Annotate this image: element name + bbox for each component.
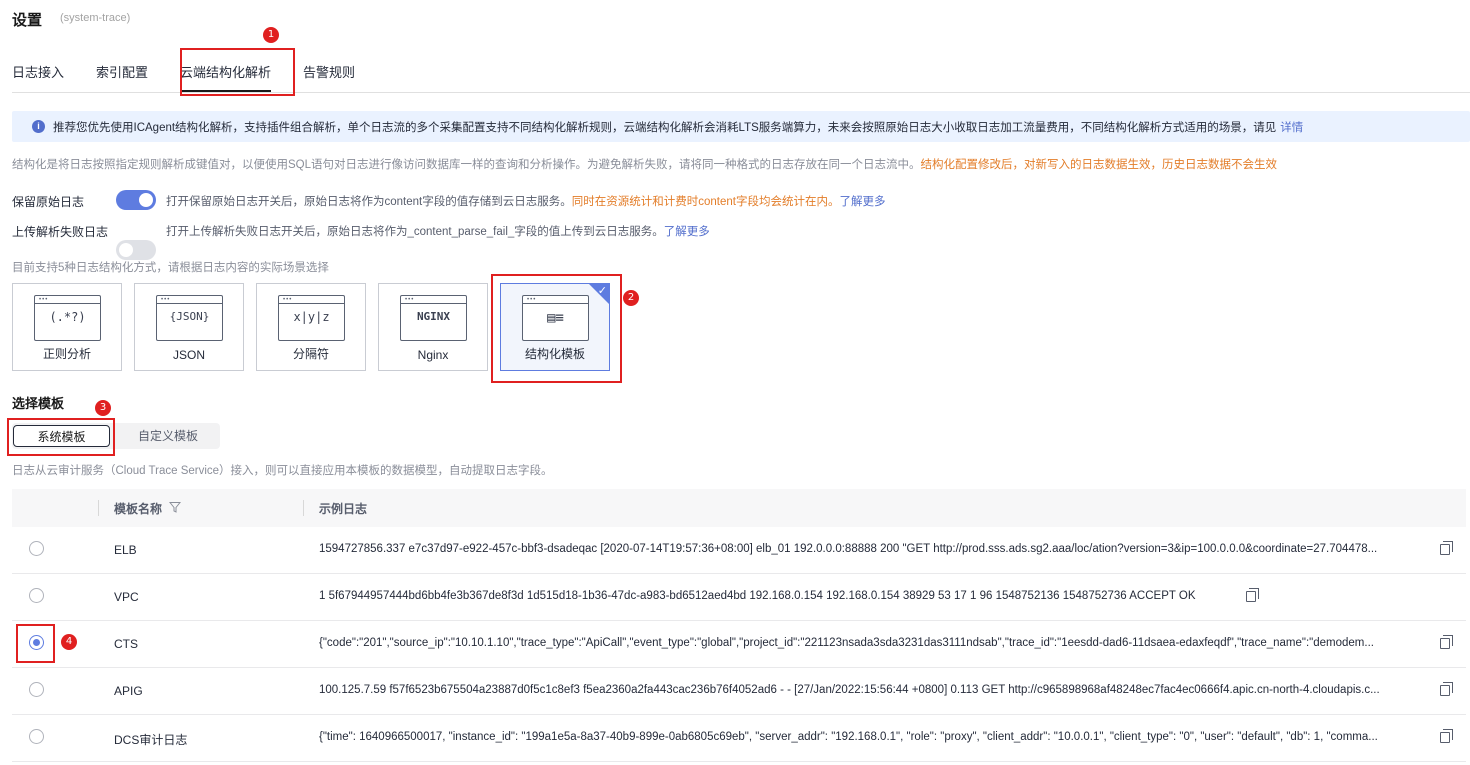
annotation-badge-2: 2 [623, 290, 639, 306]
json-icon: ••• {JSON} [156, 295, 223, 341]
upload-fail-log-label: 上传解析失败日志 [12, 225, 109, 239]
column-sample-log: 示例日志 [319, 502, 368, 516]
upload-fail-learn-more-link[interactable]: 了解更多 [664, 226, 710, 238]
row-radio[interactable] [29, 682, 44, 697]
row-radio[interactable] [29, 541, 44, 556]
template-name: CTS [114, 637, 138, 651]
annotation-box-4 [16, 624, 55, 663]
method-label-regex: 正则分析 [42, 347, 91, 361]
banner-detail-link[interactable]: 详情 [1280, 119, 1303, 135]
table-row[interactable]: APIG 100.125.7.59 f57f6523b675504a23887d… [12, 668, 1466, 715]
template-name: VPC [114, 590, 139, 604]
description-text: 结构化是将日志按照指定规则解析成键值对，以便使用SQL语句对日志进行像访问数据库… [12, 159, 921, 171]
method-label-delimiter: 分隔符 [292, 347, 329, 361]
banner-text: 推荐您优先使用ICAgent结构化解析，支持插件组合解析，单个日志流的多个采集配… [53, 121, 1277, 134]
upload-fail-desc-text: 打开上传解析失败日志开关后，原始日志将作为_content_parse_fail… [166, 226, 664, 238]
table-row[interactable]: VPC 1 5f67944957444bd6bb4fe3b367de8f3d 1… [12, 574, 1466, 621]
template-name: DCS审计日志 [114, 733, 188, 747]
tab-index-config[interactable]: 索引配置 [96, 64, 148, 92]
support-text: 目前支持5种日志结构化方式，请根据日志内容的实际场景选择 [12, 262, 329, 274]
method-card-regex[interactable]: ••• (.*?) 正则分析 [12, 283, 122, 371]
tab-alarm-rules[interactable]: 告警规则 [303, 64, 355, 92]
method-label-json: JSON [172, 348, 205, 362]
template-name: ELB [114, 543, 137, 557]
template-name: APIG [114, 684, 143, 698]
custom-template-tab[interactable]: 自定义模板 [118, 425, 218, 447]
delimiter-icon: ••• x|y|z [278, 295, 345, 341]
table-row[interactable]: DCS审计日志 {"time": 1640966500017, "instanc… [12, 715, 1466, 762]
sample-log: 1594727856.337 e7c37d97-e922-457c-bbf3-d… [319, 543, 1378, 555]
method-card-json[interactable]: ••• {JSON} JSON [134, 283, 244, 371]
annotation-box-2 [491, 274, 622, 383]
annotation-badge-3: 3 [95, 400, 111, 416]
sample-log: {"code":"201","source_ip":"10.10.1.10","… [319, 637, 1374, 649]
tab-log-access[interactable]: 日志接入 [12, 64, 64, 92]
page-title: 设置 [12, 12, 43, 29]
sample-log: {"time": 1640966500017, "instance_id": "… [319, 731, 1378, 743]
method-card-nginx[interactable]: ••• NGINX Nginx [378, 283, 488, 371]
keep-raw-log-switch[interactable] [116, 190, 156, 210]
upload-fail-log-desc: 打开上传解析失败日志开关后，原始日志将作为_content_parse_fail… [166, 223, 710, 239]
copy-icon[interactable] [1440, 635, 1453, 649]
template-hint: 日志从云审计服务（Cloud Trace Service）接入，则可以直接应用本… [12, 465, 553, 477]
keep-raw-warning: 同时在资源统计和计费时content字段均会统计在内。 [571, 196, 840, 208]
copy-icon[interactable] [1440, 541, 1453, 555]
annotation-box-3 [7, 418, 115, 456]
column-template-name: 模板名称 [114, 502, 163, 516]
description-warning: 结构化配置修改后，对新写入的日志数据生效，历史日志数据不会生效 [920, 159, 1278, 171]
keep-raw-learn-more-link[interactable]: 了解更多 [839, 196, 885, 208]
regex-icon: ••• (.*?) [34, 295, 101, 341]
table-row[interactable]: CTS {"code":"201","source_ip":"10.10.1.1… [12, 621, 1466, 668]
method-card-delimiter[interactable]: ••• x|y|z 分隔符 [256, 283, 366, 371]
table-header: 模板名称 示例日志 [12, 489, 1466, 527]
table-row[interactable]: ELB 1594727856.337 e7c37d97-e922-457c-bb… [12, 527, 1466, 574]
page-subtitle: (system-trace) [60, 12, 131, 24]
nginx-icon: ••• NGINX [400, 295, 467, 341]
upload-fail-log-switch[interactable] [116, 240, 156, 260]
keep-raw-log-desc: 打开保留原始日志开关后，原始日志将作为content字段的值存储到云日志服务。同… [166, 193, 885, 209]
structuring-description: 结构化是将日志按照指定规则解析成键值对，以便使用SQL语句对日志进行像访问数据库… [12, 156, 1277, 172]
method-label-nginx: Nginx [417, 348, 449, 362]
copy-icon[interactable] [1440, 729, 1453, 743]
info-icon: i [32, 120, 45, 133]
select-template-title: 选择模板 [12, 396, 65, 411]
copy-icon[interactable] [1440, 682, 1453, 696]
row-radio[interactable] [29, 588, 44, 603]
keep-raw-log-label: 保留原始日志 [12, 195, 85, 209]
copy-icon[interactable] [1246, 588, 1259, 602]
row-radio[interactable] [29, 729, 44, 744]
info-banner: i 推荐您优先使用ICAgent结构化解析，支持插件组合解析，单个日志流的多个采… [12, 111, 1470, 142]
keep-raw-desc-text: 打开保留原始日志开关后，原始日志将作为content字段的值存储到云日志服务。 [166, 196, 572, 208]
annotation-box-1 [180, 48, 295, 96]
annotation-badge-1: 1 [263, 27, 279, 43]
sample-log: 1 5f67944957444bd6bb4fe3b367de8f3d 1d515… [319, 590, 1196, 602]
annotation-badge-4: 4 [61, 634, 77, 650]
filter-icon[interactable] [168, 501, 182, 513]
sample-log: 100.125.7.59 f57f6523b675504a23887d0f5c1… [319, 684, 1380, 696]
